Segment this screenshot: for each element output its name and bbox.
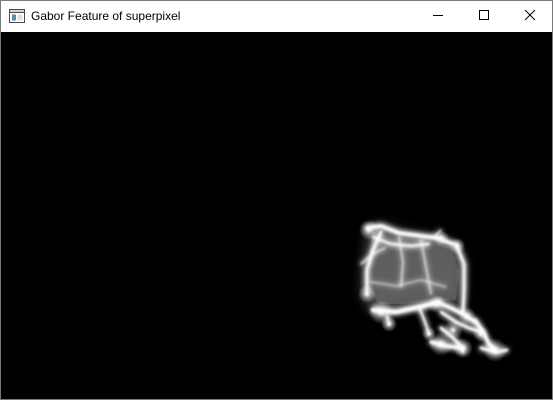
minimize-icon [432, 8, 444, 26]
maximize-button[interactable] [461, 1, 507, 32]
close-icon [524, 8, 536, 26]
app-window-icon [9, 9, 25, 23]
image-canvas [1, 32, 552, 399]
maximize-icon [478, 8, 490, 26]
window-title: Gabor Feature of superpixel [31, 9, 181, 23]
gabor-feature-image [358, 220, 509, 362]
minimize-button[interactable] [415, 1, 461, 32]
close-button[interactable] [507, 1, 552, 32]
gabor-window: Gabor Feature of superpixel [0, 0, 553, 400]
title-bar[interactable]: Gabor Feature of superpixel [1, 1, 552, 32]
